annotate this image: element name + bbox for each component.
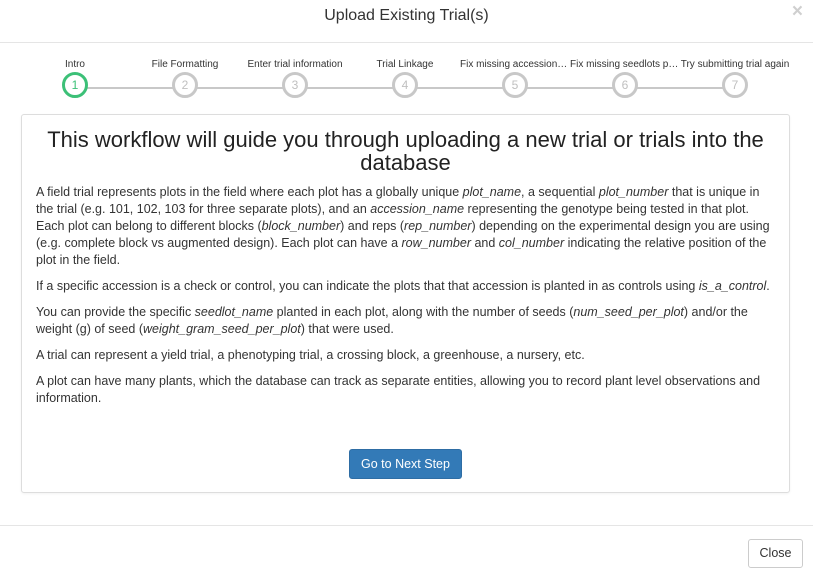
step-label: Intro (64, 59, 85, 70)
term-block-number: block_number (261, 219, 341, 233)
term-weight-gram-seed-per-plot: weight_gram_seed_per_plot (143, 322, 301, 336)
text: . (766, 279, 770, 293)
intro-paragraph-controls: If a specific accession is a check or co… (36, 278, 775, 295)
term-num-seed-per-plot: num_seed_per_plot (573, 305, 684, 319)
step-label: Trial Linkage (376, 59, 434, 70)
step-number-circle: 3 (282, 72, 308, 98)
step-number-circle: 4 (392, 72, 418, 98)
step-label: Fix missing accessions in database (460, 59, 570, 70)
modal-title: Upload Existing Trial(s) (324, 7, 489, 24)
next-step-button[interactable]: Go to Next Step (349, 449, 462, 479)
step-label: Enter trial information (247, 59, 343, 70)
term-is-a-control: is_a_control (698, 279, 767, 293)
step-number-circle: 5 (502, 72, 528, 98)
step-number-circle: 2 (172, 72, 198, 98)
step-label: Fix missing seedlots possibly (570, 59, 680, 70)
step-fix-missing-accessions[interactable]: Fix missing accessions in database 5 (460, 56, 570, 98)
panel-heading: This workflow will guide you through upl… (47, 127, 764, 175)
text: , a sequential (521, 185, 599, 199)
text: You can provide the specific (36, 305, 195, 319)
step-fix-missing-seedlots[interactable]: Fix missing seedlots possibly 6 (570, 56, 680, 98)
step-number-circle: 6 (612, 72, 638, 98)
text: ) that were used. (300, 322, 394, 336)
text: ) and reps ( (340, 219, 405, 233)
step-number-circle: 7 (722, 72, 748, 98)
step-file-formatting[interactable]: File Formatting 2 (130, 56, 240, 98)
term-plot-number: plot_number (598, 185, 669, 199)
upload-trial-modal: Upload Existing Trial(s) × Intro 1 File … (0, 0, 813, 574)
term-rep-number: rep_number (404, 219, 472, 233)
text: A field trial represents plots in the fi… (36, 185, 463, 199)
text: planted in each plot, along with the num… (273, 305, 574, 319)
step-number-circle: 1 (62, 72, 88, 98)
term-row-number: row_number (401, 236, 471, 250)
term-accession-name: accession_name (370, 202, 465, 216)
workflow-stepper: Intro 1 File Formatting 2 Enter trial in… (20, 56, 790, 102)
modal-footer: Close (0, 525, 813, 574)
step-try-submitting-again[interactable]: Try submitting trial again 7 (680, 56, 790, 98)
intro-paragraph-trial-types: A trial can represent a yield trial, a p… (36, 348, 585, 362)
step-label: Try submitting trial again (680, 59, 790, 70)
text: If a specific accession is a check or co… (36, 279, 699, 293)
intro-paragraph-plants: A plot can have many plants, which the d… (36, 374, 761, 405)
step-label: File Formatting (151, 59, 219, 70)
intro-paragraph-seedlots: You can provide the specific seedlot_nam… (36, 304, 775, 338)
modal-header: Upload Existing Trial(s) × (0, 0, 813, 43)
term-col-number: col_number (498, 236, 565, 250)
step-trial-linkage[interactable]: Trial Linkage 4 (350, 56, 460, 98)
text: and (470, 236, 499, 250)
step-enter-trial-information[interactable]: Enter trial information 3 (240, 56, 350, 98)
term-seedlot-name: seedlot_name (194, 305, 274, 319)
step-intro[interactable]: Intro 1 (20, 56, 130, 98)
intro-panel: This workflow will guide you through upl… (21, 114, 790, 493)
term-plot-name: plot_name (462, 185, 522, 199)
close-button[interactable]: Close (748, 539, 803, 568)
intro-paragraph-field-trial: A field trial represents plots in the fi… (36, 184, 775, 269)
close-icon[interactable]: × (792, 2, 803, 22)
